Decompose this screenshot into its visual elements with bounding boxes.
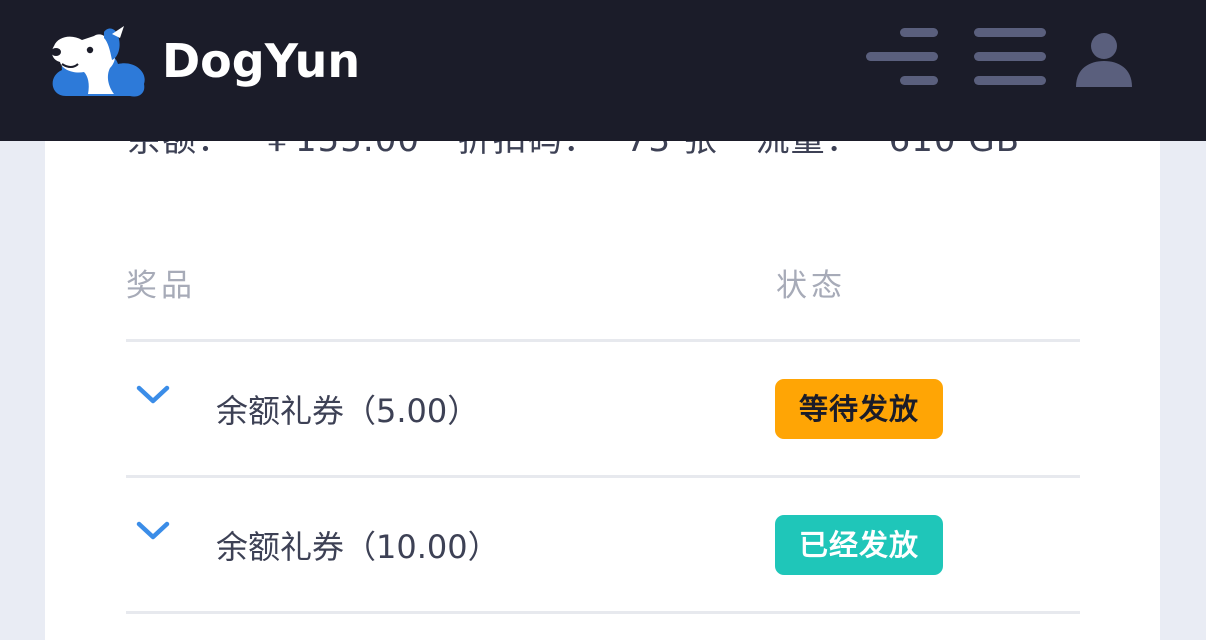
brand-logo[interactable]: DogYun [48,24,360,98]
prize-table: 奖品 状态 余额礼券（5.00） 等待发放 余额礼券（10.00） 已经发放 [126,240,1080,614]
status-badge: 等待发放 [775,379,943,439]
chevron-down-icon[interactable] [136,384,170,406]
prize-name: 余额礼券（10.00） [216,522,500,568]
prize-name: 余额礼券（5.00） [216,386,479,432]
column-header-status: 状态 [776,260,846,305]
user-icon[interactable] [1076,32,1132,88]
top-navbar: DogYun [0,0,1206,141]
menu-icon[interactable] [974,28,1048,86]
menu-align-right-icon[interactable] [866,28,940,86]
brand-name: DogYun [162,34,360,88]
column-header-prize: 奖品 [126,260,196,305]
status-badge: 已经发放 [775,515,943,575]
table-header: 奖品 状态 [126,240,1080,342]
table-row: 余额礼券（10.00） 已经发放 [126,478,1080,614]
table-row: 余额礼券（5.00） 等待发放 [126,342,1080,478]
chevron-down-icon[interactable] [136,520,170,542]
dog-logo-icon [48,24,148,98]
